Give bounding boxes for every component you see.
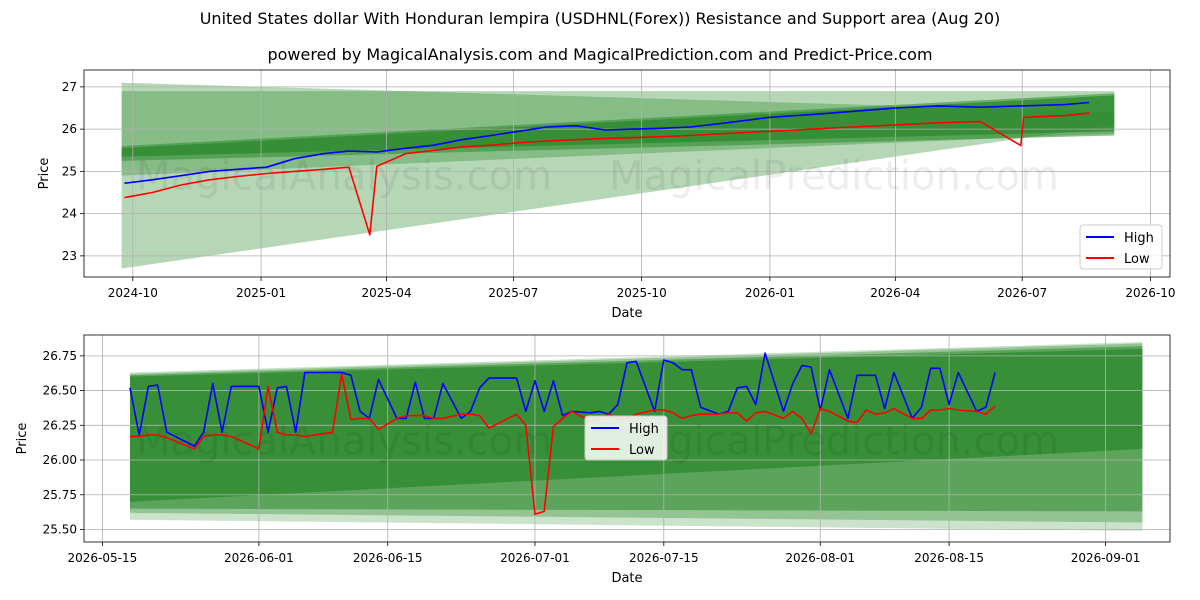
x-tick-label: 2026-07-15 [629,551,699,565]
legend-label-high: High [1124,231,1154,246]
y-axis-label: Price [37,158,52,190]
y-tick-label: 26 [62,122,77,136]
y-tick-label: 27 [62,80,77,94]
x-axis-label: Date [611,306,642,321]
x-tick-label: 2024-10 [108,286,158,300]
x-tick-label: 2026-08-01 [785,551,855,565]
x-tick-label: 2026-10 [1125,286,1175,300]
x-tick-label: 2026-07-01 [500,551,570,565]
y-tick-label: 25 [62,164,77,178]
y-tick-label: 26.50 [43,384,77,398]
x-tick-label: 2025-04 [361,286,411,300]
x-axis-label: Date [611,571,642,586]
y-tick-label: 25.75 [43,488,77,502]
y-tick-label: 26.25 [43,418,77,432]
x-tick-label: 2026-01 [745,286,795,300]
y-tick-label: 26.00 [43,453,77,467]
top-panel: 2024-10 2025-01 2025-04 2025-07 2025-10 2026-… [37,69,1176,321]
legend-label-low: Low [629,443,655,458]
watermark-text: MagicalAnalysis.com [136,154,552,200]
x-tick-label: 2026-05-15 [68,551,138,565]
y-axis-label: Price [15,423,30,455]
x-tick-label: 2026-08-15 [914,551,984,565]
x-tick-label: 2026-09-01 [1071,551,1141,565]
y-tick-label: 23 [62,249,77,263]
y-tick-label: 25.50 [43,522,77,536]
watermark-text: MagicalPrediction.com [609,154,1059,200]
bottom-panel: 2026-05-15 2026-06-01 2026-06-15 2026-07-01… [15,334,1171,586]
legend-label-low: Low [1124,252,1150,267]
watermark-text: MagicalPrediction.com [609,419,1059,465]
chart-canvas: 2024-10 2025-01 2025-04 2025-07 2025-10 2026-… [15,69,1176,586]
legend: High Low [1079,224,1163,270]
x-tick-label: 2025-01 [236,286,286,300]
x-tick-label: 2026-06-01 [224,551,294,565]
x-tick-label: 2026-07 [997,286,1047,300]
legend: High Low [584,415,668,461]
x-tick-label: 2025-10 [617,286,667,300]
x-tick-label: 2026-06-15 [353,551,423,565]
y-tick-label: 24 [62,207,77,221]
x-tick-label: 2025-07 [488,286,538,300]
legend-label-high: High [629,422,659,437]
y-tick-label: 26.75 [43,349,77,363]
x-tick-label: 2026-04 [870,286,920,300]
